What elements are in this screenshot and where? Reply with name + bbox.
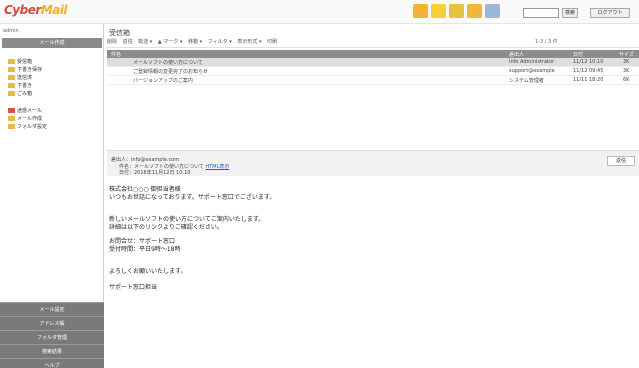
sidebar: admin メール作成 受信箱 下書き保存 送信済 下書き ごみ箱 迷惑メール … <box>0 24 104 368</box>
folder-trash[interactable]: ごみ箱 <box>8 90 32 97</box>
preview-date: 日付：2016年11月12日 10:10 <box>119 170 191 176</box>
folder-icon <box>8 108 15 113</box>
folder-icon <box>8 67 15 72</box>
file-icon[interactable] <box>467 4 482 18</box>
mail-row[interactable]: メールソフトの使い方について Info Administrator 11/12 … <box>107 58 639 67</box>
html-view-link[interactable]: HTML表示 <box>205 164 229 170</box>
folder-icon <box>8 83 15 88</box>
view-format-button[interactable]: 表示形式 ▾ <box>237 39 261 45</box>
column-date[interactable]: 日付 <box>573 51 583 58</box>
print-button[interactable]: 印刷 <box>267 39 277 45</box>
body-line: 受付時間：平日9時〜18時 <box>109 246 181 253</box>
mail-toolbar: 削除 返信 転送 ▾ ▲ マーク ▾ 移動 ▾ フィルタ ▾ 表示形式 ▾ 印刷 <box>107 38 639 48</box>
folder-inbox[interactable]: 受信箱 <box>8 58 32 65</box>
move-button[interactable]: 移動 ▾ <box>188 39 202 45</box>
body-line: サポート窓口担当 <box>109 284 158 291</box>
body-line: よろしくお願いいたします。 <box>109 268 187 275</box>
folder-compose[interactable]: メール作成 <box>8 115 42 122</box>
folder-icon <box>8 91 15 96</box>
help-button[interactable]: ヘルプ <box>0 358 104 368</box>
search-input[interactable] <box>523 8 559 18</box>
preview-from: 差出人：info@example.com <box>111 157 180 163</box>
folder-settings[interactable]: フォルダ設定 <box>8 123 47 130</box>
folder-icon <box>8 116 15 121</box>
app-logo[interactable]: CyberMail <box>4 3 68 17</box>
mail-settings-button[interactable]: メール設定 <box>0 302 104 316</box>
address-icon[interactable] <box>431 4 446 18</box>
mail-icon[interactable] <box>413 4 428 18</box>
folder-manage-button[interactable]: フォルダ管理 <box>0 330 104 344</box>
address-book-button[interactable]: アドレス帳 <box>0 316 104 330</box>
user-label: admin <box>3 28 19 34</box>
folder-icon <box>8 124 15 129</box>
filter-button[interactable]: フィルタ ▾ <box>208 39 232 45</box>
page-title: 受信箱 <box>109 29 130 37</box>
mail-row[interactable]: バージョンアップのご案内 システム管理者 11/11 18:20 6K <box>107 76 639 85</box>
folder-drafts[interactable]: 下書き <box>8 82 32 89</box>
mark-button[interactable]: ▲ マーク ▾ <box>158 39 183 45</box>
logout-button[interactable]: ログアウト <box>590 8 630 18</box>
reply-toolbar-button[interactable]: 返信 <box>123 39 133 45</box>
body-line: 詳細は以下のリンクよりご確認ください。 <box>109 224 223 231</box>
folder-spam[interactable]: 迷惑メール <box>8 107 42 114</box>
list-header: 件名 差出人 日付 サイズ <box>107 50 639 58</box>
column-from[interactable]: 差出人 <box>509 51 524 58</box>
column-size[interactable]: サイズ <box>619 51 634 58</box>
forward-button[interactable]: 転送 ▾ <box>138 39 152 45</box>
pager: 1-3 / 3 件 <box>535 39 558 45</box>
folder-draft-save[interactable]: 下書き保存 <box>8 66 42 73</box>
preview-header: 差出人：info@example.com 件名：メールソフトの使い方について H… <box>107 154 639 176</box>
folder-icon <box>8 75 15 80</box>
new-mail-button[interactable]: メール作成 <box>2 38 102 48</box>
folder-icon <box>8 59 15 64</box>
folder-sent[interactable]: 送信済 <box>8 74 32 81</box>
search-results-button[interactable]: 検索結果 <box>0 344 104 358</box>
column-subject[interactable]: 件名 <box>111 51 121 58</box>
settings-icon[interactable] <box>485 4 500 18</box>
search-button[interactable]: 検索 <box>562 8 578 18</box>
mail-row[interactable]: ご登録情報の変更完了のお知らせ support@example 11/12 09… <box>107 67 639 76</box>
reply-button[interactable]: 返信 <box>607 156 635 166</box>
delete-button[interactable]: 削除 <box>107 39 117 45</box>
schedule-icon[interactable] <box>449 4 464 18</box>
body-line: いつもお世話になっております。サポート窓口でございます。 <box>109 194 276 201</box>
